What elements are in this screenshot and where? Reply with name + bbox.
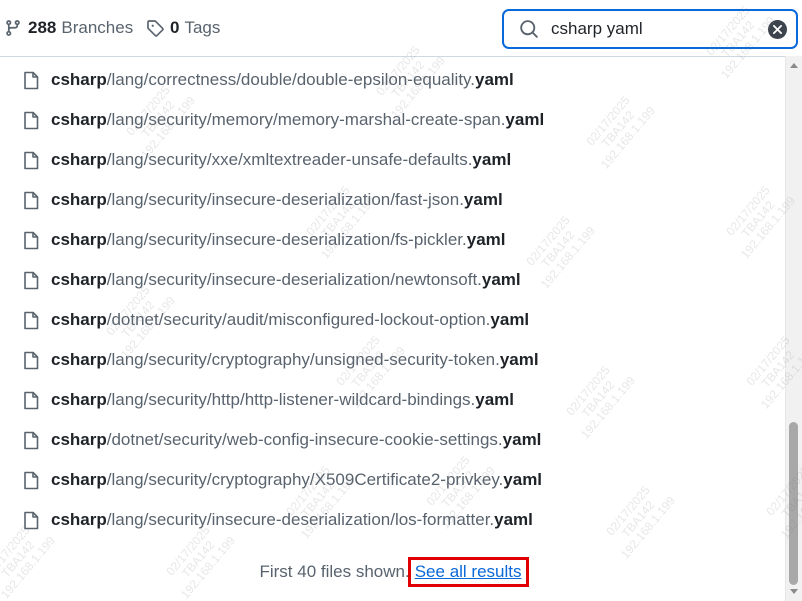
file-path-match: csharp [51,230,107,249]
branches-label: Branches [61,18,134,37]
file-ext-match: yaml [490,310,530,329]
tags-link[interactable]: 0 Tags [146,18,220,38]
file-ext-match: yaml [499,350,539,369]
files-shown-text: First 40 files shown. [259,562,410,581]
file-path-match: csharp [51,310,107,329]
search-icon [519,19,539,39]
file-path-rest: /lang/security/insecure-deserialization/… [106,190,464,209]
file-path-rest: /lang/security/xxe/xmltextreader-unsafe-… [106,150,473,169]
file-path-match: csharp [51,270,107,289]
file-icon [23,71,39,90]
file-path-rest: /dotnet/security/web-config-insecure-coo… [106,430,503,449]
file-ext-match: yaml [505,110,545,129]
file-icon [23,311,39,330]
file-path: csharp/lang/security/xxe/xmltextreader-u… [51,150,511,170]
file-result-item[interactable]: csharp/lang/security/insecure-deserializ… [0,180,784,220]
file-result-item[interactable]: csharp/lang/security/cryptography/X509Ce… [0,460,784,500]
file-result-item[interactable]: csharp/lang/security/memory/memory-marsh… [0,100,784,140]
file-result-item[interactable]: csharp/lang/security/insecure-deserializ… [0,260,784,300]
file-path: csharp/lang/security/memory/memory-marsh… [51,110,544,130]
branches-count: 288 [28,18,57,37]
scrollbar-thumb[interactable] [789,422,798,585]
file-result-item[interactable]: csharp/lang/security/xxe/xmltextreader-u… [0,140,784,180]
file-path-match: csharp [51,70,107,89]
file-path-rest: /lang/security/insecure-deserialization/… [106,510,495,529]
file-ext-match: yaml [466,230,506,249]
file-results-list: csharp/lang/correctness/double/double-ep… [0,60,784,540]
file-icon [23,391,39,410]
file-path-rest: /lang/security/insecure-deserialization/… [106,230,467,249]
file-path-match: csharp [51,190,107,209]
branches-link[interactable]: 288 Branches [4,18,133,38]
file-ext-match: yaml [502,430,542,449]
results-footer: First 40 files shown. See all results [0,557,784,587]
file-icon [23,471,39,490]
file-ext-match: yaml [472,150,512,169]
scroll-up-arrow-icon[interactable] [790,63,798,68]
search-input[interactable] [551,19,761,39]
file-path-match: csharp [51,390,107,409]
file-path-match: csharp [51,150,107,169]
git-branch-icon [4,19,22,37]
file-path-rest: /lang/security/cryptography/unsigned-sec… [106,350,500,369]
file-path-rest: /lang/correctness/double/double-epsilon-… [106,70,475,89]
file-result-item[interactable]: csharp/lang/security/insecure-deserializ… [0,500,784,540]
file-path-match: csharp [51,350,107,369]
file-result-item[interactable]: csharp/lang/security/cryptography/unsign… [0,340,784,380]
file-ext-match: yaml [475,390,515,409]
tags-label: Tags [184,18,221,37]
file-path: csharp/dotnet/security/web-config-insecu… [51,430,541,450]
search-results-dropdown: csharp/lang/correctness/double/double-ep… [0,56,802,601]
scroll-down-arrow-icon[interactable] [790,589,798,594]
file-path-rest: /dotnet/security/audit/misconfigured-loc… [106,310,491,329]
file-icon [23,271,39,290]
file-path: csharp/lang/security/cryptography/X509Ce… [51,470,542,490]
scrollbar[interactable] [785,56,802,601]
file-result-item[interactable]: csharp/lang/security/http/http-listener-… [0,380,784,420]
file-path: csharp/lang/security/http/http-listener-… [51,390,514,410]
tags-count: 0 [170,18,180,37]
file-path: csharp/lang/security/insecure-deserializ… [51,270,521,290]
repo-header: 288 Branches 0 Tags [0,0,802,56]
file-ext-match: yaml [475,70,514,89]
file-path: csharp/lang/security/cryptography/unsign… [51,350,539,370]
file-path-match: csharp [51,110,107,129]
file-icon [23,511,39,530]
file-path-match: csharp [51,430,107,449]
file-path-rest: /lang/security/memory/memory-marshal-cre… [106,110,506,129]
page: 288 Branches 0 Tags csharp/lang/correctn… [0,0,802,601]
tag-icon [146,19,164,37]
file-result-item[interactable]: csharp/dotnet/security/audit/misconfigur… [0,300,784,340]
file-path-match: csharp [51,470,107,489]
file-icon [23,351,39,370]
file-path-match: csharp [51,510,107,529]
file-path: csharp/lang/security/insecure-deserializ… [51,510,533,530]
file-ext-match: yaml [494,510,533,529]
file-ext-match: yaml [463,190,503,209]
file-search-box[interactable] [502,9,798,49]
file-ext-match: yaml [503,470,543,489]
file-icon [23,151,39,170]
file-result-item[interactable]: csharp/dotnet/security/web-config-insecu… [0,420,784,460]
file-path: csharp/lang/security/insecure-deserializ… [51,190,503,210]
file-path: csharp/lang/correctness/double/double-ep… [51,70,514,90]
file-icon [23,431,39,450]
file-ext-match: yaml [481,270,521,289]
file-icon [23,231,39,250]
file-path: csharp/dotnet/security/audit/misconfigur… [51,310,529,330]
file-result-item[interactable]: csharp/lang/correctness/double/double-ep… [0,60,784,100]
file-path-rest: /lang/security/cryptography/X509Certific… [106,470,504,489]
file-path-rest: /lang/security/http/http-listener-wildca… [106,390,476,409]
clear-icon[interactable] [768,20,787,39]
file-icon [23,111,39,130]
see-all-results-link[interactable]: See all results [407,557,529,587]
file-path-rest: /lang/security/insecure-deserialization/… [106,270,482,289]
file-result-item[interactable]: csharp/lang/security/insecure-deserializ… [0,220,784,260]
file-icon [23,191,39,210]
file-path: csharp/lang/security/insecure-deserializ… [51,230,506,250]
